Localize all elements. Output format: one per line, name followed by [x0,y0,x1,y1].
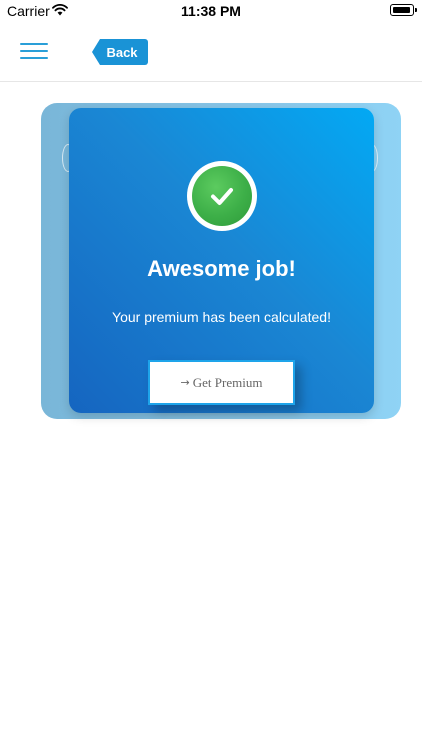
check-circle-icon [187,161,257,231]
success-title: Awesome job! [147,256,296,281]
battery-icon [390,4,417,16]
status-time: 11:38 PM [181,3,241,19]
arrow-right-icon: → [180,376,190,389]
back-button[interactable]: Back [92,39,148,65]
checkmark-icon [211,188,233,205]
status-bar: Carrier 11:38 PM [0,0,422,22]
get-premium-label: Get Premium [192,374,263,390]
hamburger-menu-icon[interactable] [20,43,48,61]
get-premium-button[interactable]: → Get Premium [148,360,295,405]
success-message: Your premium has been calculated! [112,309,331,325]
success-card: Awesome job! Your premium has been calcu… [69,108,374,413]
nav-bar: Back [0,22,422,82]
